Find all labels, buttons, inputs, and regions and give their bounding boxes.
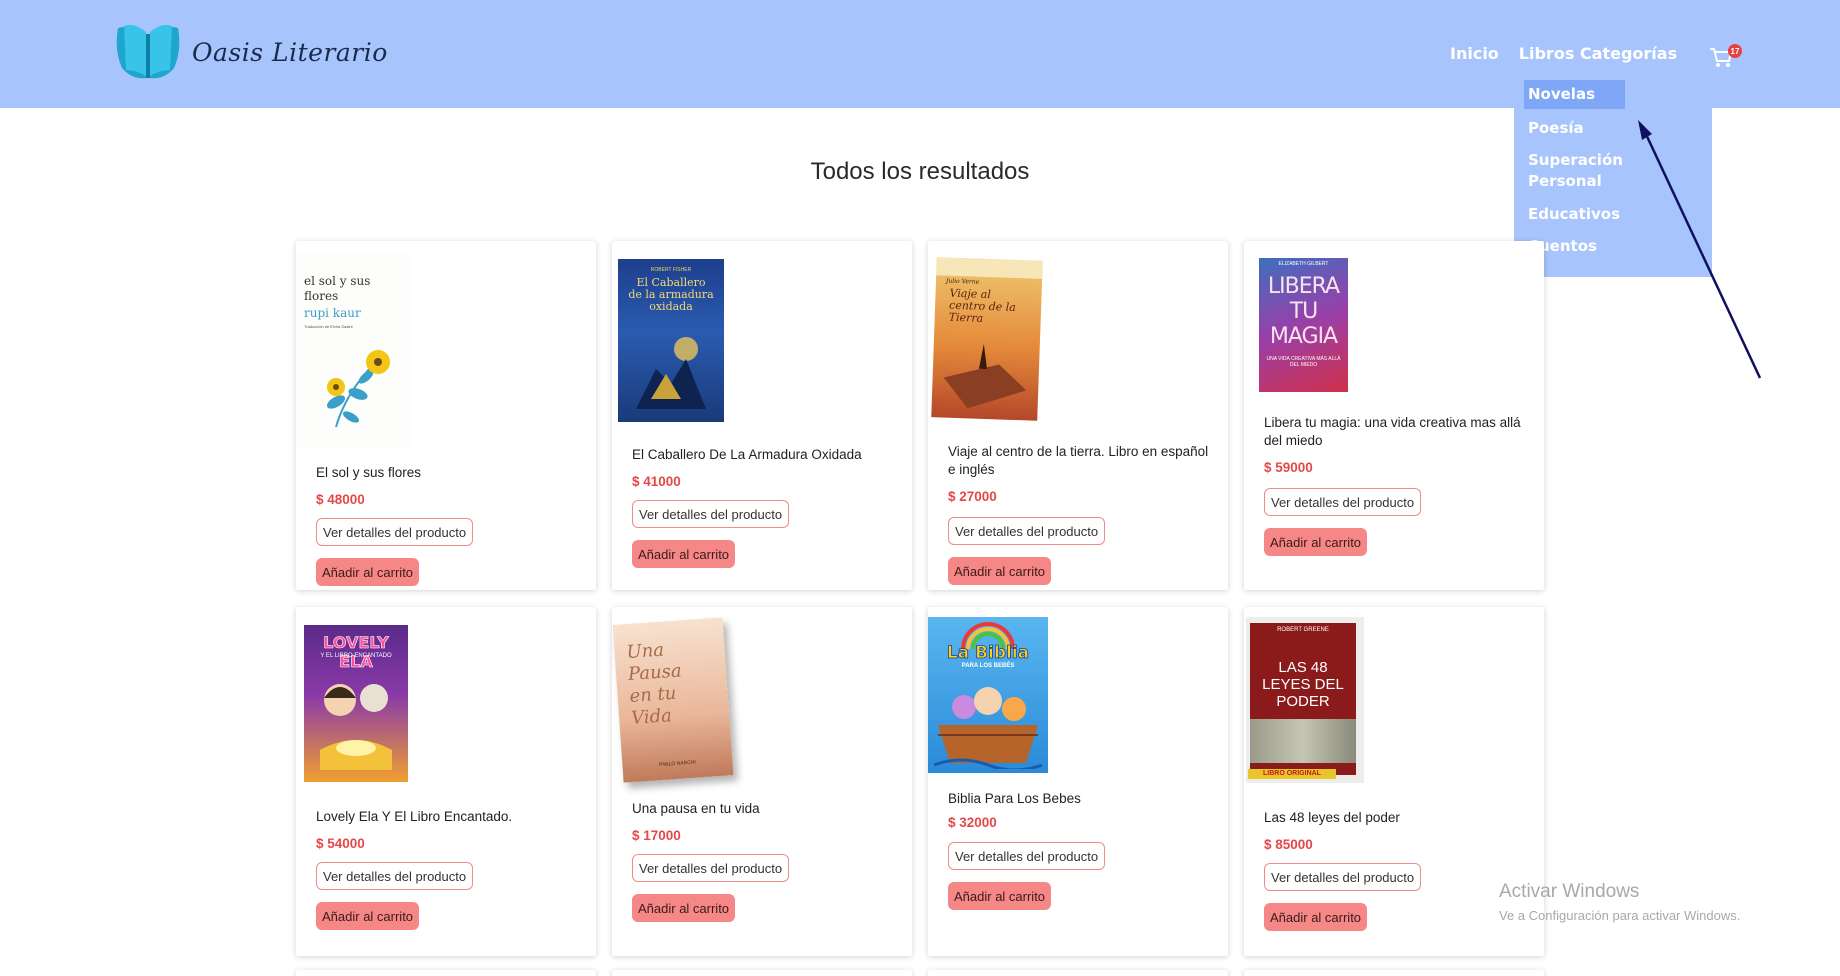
add-to-cart-button[interactable]: Añadir al carrito [1264,903,1368,931]
flower-illustration [326,350,390,428]
product-name: El Caballero De La Armadura Oxidada [632,447,862,462]
main-nav: Inicio Libros Categorías [1450,44,1677,63]
view-details-button[interactable]: Ver detalles del producto [632,854,790,882]
product-price: $ 54000 [316,836,365,851]
cart-count-badge: 17 [1728,44,1742,58]
cover-author: ROBERT GREENE [1277,627,1329,633]
cart-button[interactable]: 17 [1708,44,1742,74]
cover-title: La Biblia [946,643,1030,664]
dropdown-item-educativos[interactable]: Educativos [1528,204,1620,225]
brand-logo[interactable]: Oasis Literario [112,20,388,84]
cover-title: LIBERA TU MAGIA [1267,274,1340,349]
knight-illustration [636,337,706,409]
add-to-cart-button[interactable]: Añadir al carrito [1264,528,1368,556]
cover-title: el sol y sus flores [304,274,371,303]
open-book-logo-icon [116,24,180,79]
view-details-button[interactable]: Ver detalles del producto [1264,488,1422,516]
product-price: $ 48000 [316,492,365,507]
book-cover-image[interactable]: La Biblia PARA LOS BEBÉS [928,617,1048,773]
add-to-cart-button[interactable]: Añadir al carrito [632,894,736,922]
nav-books-label: Libros [1518,44,1575,63]
book-cover-image[interactable]: ELIZABETH GILBERT LIBERA TU MAGIA UNA VI… [1259,258,1348,392]
view-details-button[interactable]: Ver detalles del producto [632,500,790,528]
product-name: Una pausa en tu vida [632,801,760,816]
view-details-button[interactable]: Ver detalles del producto [1264,863,1422,891]
dropdown-item-poesia[interactable]: Poesía [1528,118,1584,139]
add-to-cart-button[interactable]: Añadir al carrito [316,902,420,930]
cover-banner [936,257,1043,279]
cover-badge: LIBRO ORIGINAL [1248,769,1336,779]
brand-name: Oasis Literario [192,37,388,67]
product-price: $ 59000 [1264,460,1313,475]
product-name: Las 48 leyes del poder [1264,810,1400,825]
cover-relief-image [1250,719,1356,763]
cover-panel: ROBERT GREENE LAS 48 LEYES DEL PODER [1250,623,1356,775]
nav-home[interactable]: Inicio [1450,44,1499,63]
nav-books[interactable]: Libros Categorías [1519,44,1677,63]
book-cover-image[interactable]: LOVELY ELA Y EL LIBRO ENCANTADO [304,625,408,782]
page-title: Todos los resultados [810,158,1030,185]
product-name: Libera tu magia: una vida creativa mas a… [1264,415,1521,448]
characters-illustration [320,684,392,770]
cover-title: LAS 48 LEYES DEL PODER [1262,659,1344,710]
book-cover-image[interactable]: el sol y sus flores rupi kaur Traducción… [296,254,412,447]
product-card: Julio Verne Viaje al centro de la Tierra… [928,241,1228,590]
product-card: Una Pausa en tu Vida PABLO NARCHI Una pa… [612,607,912,956]
product-card: ELIZABETH GILBERT LIBERA TU MAGIA UNA VI… [1244,241,1544,590]
cover-subtitle: PARA LOS BEBÉS [961,663,1015,669]
book-cover-image[interactable]: Una Pausa en tu Vida PABLO NARCHI [612,617,734,783]
book-cover-image[interactable]: ROBERT FISHER El Caballero de la armadur… [618,259,724,422]
view-details-button[interactable]: Ver detalles del producto [948,517,1106,545]
view-details-button[interactable]: Ver detalles del producto [948,842,1106,870]
product-name: El sol y sus flores [316,465,422,480]
dropdown-item-novelas[interactable]: Novelas [1524,80,1626,109]
product-price: $ 85000 [1264,837,1313,852]
annotation-arrow-icon [1638,120,1762,379]
cover-author: ELIZABETH GILBERT [1278,261,1329,267]
cover-title: Viaje al centro de la Tierra [948,286,1017,325]
cover-title: Una Pausa en tu Vida [625,639,683,729]
cover-author: ROBERT FISHER [650,267,692,273]
product-price: $ 41000 [632,474,681,489]
product-card-partial [928,970,1228,976]
product-price: $ 27000 [948,489,997,504]
view-details-button[interactable]: Ver detalles del producto [316,518,474,546]
cover-subtitle: UNA VIDA CREATIVA MÁS ALLÁ DEL MIEDO [1266,356,1341,368]
ark-illustration [934,687,1042,769]
product-card-partial [1244,970,1544,976]
product-price: $ 17000 [632,828,681,843]
product-card-partial [612,970,912,976]
add-to-cart-button[interactable]: Añadir al carrito [948,557,1052,585]
product-card: La Biblia PARA LOS BEBÉS Biblia Para Los… [928,607,1228,956]
product-card: el sol y sus flores rupi kaur Traducción… [296,241,596,590]
cover-author: PABLO NARCHI [658,759,697,769]
cover-author: rupi kaur [304,306,361,320]
product-card: LOVELY ELA Y EL LIBRO ENCANTADO Lovely E… [296,607,596,956]
add-to-cart-button[interactable]: Añadir al carrito [316,558,420,586]
product-card-partial [296,970,596,976]
product-name: Biblia Para Los Bebes [948,791,1081,806]
cover-subtitle: Traducción de Elvira Sastre [304,324,353,329]
product-name: Lovely Ela Y El Libro Encantado. [316,809,513,824]
book-cover-image[interactable]: ROBERT GREENE LAS 48 LEYES DEL PODER LIB… [1246,617,1364,783]
product-card: ROBERT GREENE LAS 48 LEYES DEL PODER LIB… [1244,607,1544,956]
add-to-cart-button[interactable]: Añadir al carrito [948,882,1052,910]
cover-subtitle: Y EL LIBRO ENCANTADO [320,653,392,659]
product-price: $ 32000 [948,815,997,830]
windows-activation-subtitle: Ve a Configuración para activar Windows. [1499,908,1741,923]
windows-activation-title: Activar Windows [1499,881,1640,902]
view-details-button[interactable]: Ver detalles del producto [316,862,474,890]
product-card: ROBERT FISHER El Caballero de la armadur… [612,241,912,590]
book-cover-image[interactable]: Julio Verne Viaje al centro de la Tierra [931,257,1043,421]
cover-title: LOVELY ELA [323,633,389,672]
add-to-cart-button[interactable]: Añadir al carrito [632,540,736,568]
raft-illustration [943,343,1027,409]
nav-categories-label: Categorías [1579,44,1678,63]
product-name: Viaje al centro de la tierra. Libro en e… [948,444,1209,477]
cover-author: Julio Verne [945,277,980,286]
cover-title: El Caballero de la armadura oxidada [628,276,714,313]
